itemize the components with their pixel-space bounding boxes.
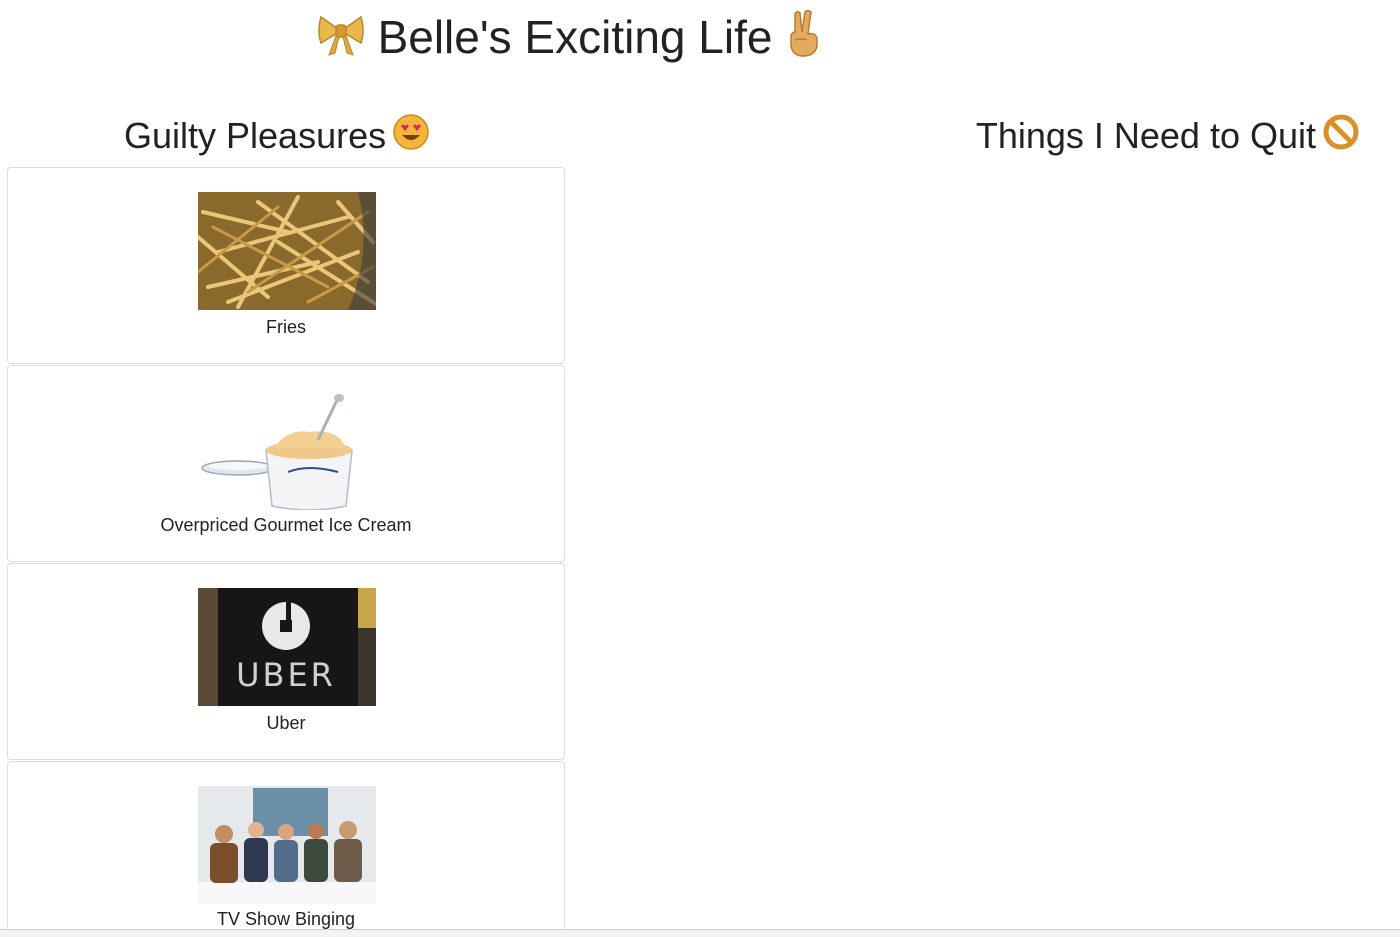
- things-to-quit-heading-text: Things I Need to Quit: [975, 115, 1316, 156]
- card-caption: Uber: [266, 713, 306, 733]
- peace-hand-icon: [785, 8, 823, 73]
- tv-show-cast-photo: [198, 786, 376, 904]
- bow-icon: [317, 10, 365, 72]
- prohibited-icon: [1322, 113, 1360, 163]
- guilty-pleasure-card[interactable]: UBER Uber: [7, 563, 565, 760]
- page-title: Belle's Exciting Life: [0, 6, 1140, 73]
- guilty-pleasure-card[interactable]: Overpriced Gourmet Ice Cream: [7, 365, 565, 562]
- heart-eyes-icon: [392, 113, 430, 163]
- ice-cream-photo: [198, 392, 376, 510]
- guilty-pleasure-card[interactable]: Fries: [7, 167, 565, 364]
- page: Belle's Exciting Life Guilty Pleasures T…: [0, 0, 1400, 937]
- guilty-pleasures-heading-text: Guilty Pleasures: [124, 115, 387, 156]
- guilty-pleasure-card[interactable]: TV Show Binging: [7, 761, 565, 937]
- guilty-pleasures-heading: Guilty Pleasures: [124, 112, 430, 163]
- horizontal-scrollbar[interactable]: [0, 929, 1400, 937]
- page-title-text: Belle's Exciting Life: [377, 11, 773, 63]
- card-caption: TV Show Binging: [216, 909, 356, 929]
- card-caption: Fries: [266, 317, 306, 337]
- fries-photo: [198, 192, 376, 310]
- card-caption: Overpriced Gourmet Ice Cream: [160, 515, 412, 535]
- uber-logo-text: UBER: [236, 656, 336, 694]
- things-to-quit-heading: Things I Need to Quit: [976, 112, 1360, 163]
